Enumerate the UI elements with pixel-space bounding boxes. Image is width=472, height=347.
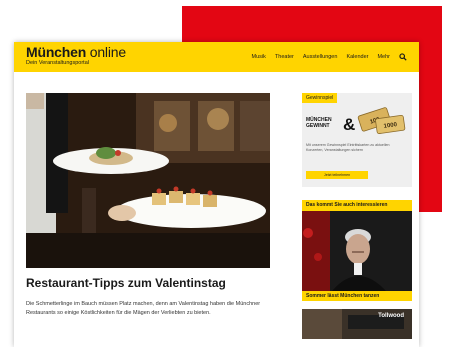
nav-item-theater[interactable]: Theater xyxy=(275,54,294,60)
main-nav: Musik Theater Ausstellungen Kalender Meh… xyxy=(252,42,407,72)
ad-label: Gewinnspiel xyxy=(302,93,338,103)
article-headline[interactable]: Restaurant-Tipps zum Valentinstag xyxy=(26,276,286,290)
promo-label: Das kommt Sie auch interessieren xyxy=(302,200,412,211)
logo-wordmark: München online xyxy=(26,44,126,60)
ad-cta-button[interactable]: Jetzt teilnehmen xyxy=(306,171,368,179)
ad-brand-text: MÜNCHEN GEWINNT xyxy=(306,117,332,129)
site-header: München online Dein Veranstaltungsportal… xyxy=(14,42,419,72)
promo2-label: Tollwood xyxy=(378,312,404,319)
promo-banner-2[interactable]: Tollwood xyxy=(302,308,412,339)
website-mockup: München online Dein Veranstaltungsportal… xyxy=(14,42,419,347)
ad-description: Mit unserem Gewinnspiel Eintrittskarten … xyxy=(306,143,390,152)
nav-item-ausstellungen[interactable]: Ausstellungen xyxy=(303,54,338,60)
article-teaser: Die Schmetterlinge im Bauch müssen Platz… xyxy=(26,301,261,316)
article-hero-image[interactable] xyxy=(26,93,270,268)
nav-item-musik[interactable]: Musik xyxy=(252,54,266,60)
promo-image[interactable] xyxy=(302,210,412,291)
promo-caption[interactable]: Sommer lässt München tanzen xyxy=(302,290,412,301)
logo-tagline: Dein Veranstaltungsportal xyxy=(26,60,89,66)
promo-photo xyxy=(302,210,412,291)
nav-item-mehr[interactable]: Mehr xyxy=(377,54,390,60)
gewinnspiel-ad[interactable]: Gewinnspiel MÜNCHEN GEWINNT & 100 1000 M… xyxy=(302,93,412,187)
sidebar: Gewinnspiel MÜNCHEN GEWINNT & 100 1000 M… xyxy=(302,93,412,339)
tickets-icon: 100 1000 xyxy=(357,107,406,135)
nav-item-kalender[interactable]: Kalender xyxy=(346,54,368,60)
site-logo[interactable]: München online Dein Veranstaltungsportal xyxy=(26,45,126,67)
ad-ampersand: & xyxy=(343,115,356,134)
restaurant-photo xyxy=(26,93,270,268)
search-icon[interactable] xyxy=(399,53,407,61)
